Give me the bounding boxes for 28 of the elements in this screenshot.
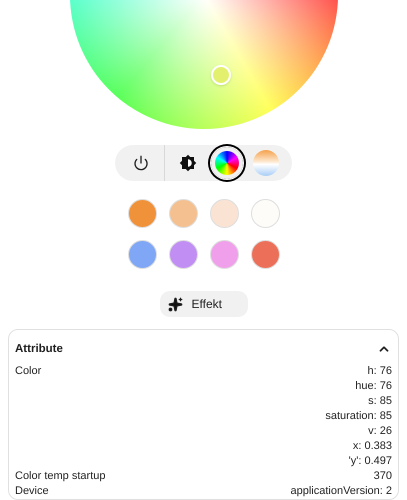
- color-temperature-icon: [253, 150, 279, 176]
- card-title: Attribute: [15, 342, 63, 356]
- attribute-name: Color temp startup: [15, 469, 106, 484]
- color-preset[interactable]: [210, 199, 238, 228]
- color-preset[interactable]: [250, 199, 280, 228]
- color-preset[interactable]: [168, 240, 198, 269]
- color-mode-button[interactable]: [211, 147, 243, 179]
- color-preset[interactable]: [210, 240, 238, 269]
- attribute-value: hue: 76: [355, 379, 392, 394]
- attribute-value: v: 26: [368, 424, 392, 439]
- attribute-value: h: 76: [368, 364, 392, 379]
- sparkles-icon: [168, 296, 182, 312]
- power-icon: [133, 155, 149, 171]
- color-preset[interactable]: [128, 199, 156, 228]
- attribute-value: saturation: 85: [325, 409, 392, 424]
- effect-button[interactable]: Effekt: [160, 291, 248, 317]
- attribute-value: s: 85: [368, 394, 392, 409]
- color-preset[interactable]: [168, 199, 198, 228]
- attribute-value: 370: [374, 469, 392, 484]
- attribute-name: Device: [15, 484, 49, 499]
- color-wheel-icon: [215, 151, 239, 175]
- brightness-icon: [179, 154, 197, 172]
- attribute-value: applicationVersion: 2: [290, 484, 392, 499]
- attribute-value: x: 0.383: [352, 439, 392, 454]
- attribute-name: Color: [15, 364, 42, 379]
- color-preset[interactable]: [128, 240, 156, 269]
- color-preset[interactable]: [250, 240, 280, 269]
- attribute-value: 'y': 0.497: [348, 454, 392, 469]
